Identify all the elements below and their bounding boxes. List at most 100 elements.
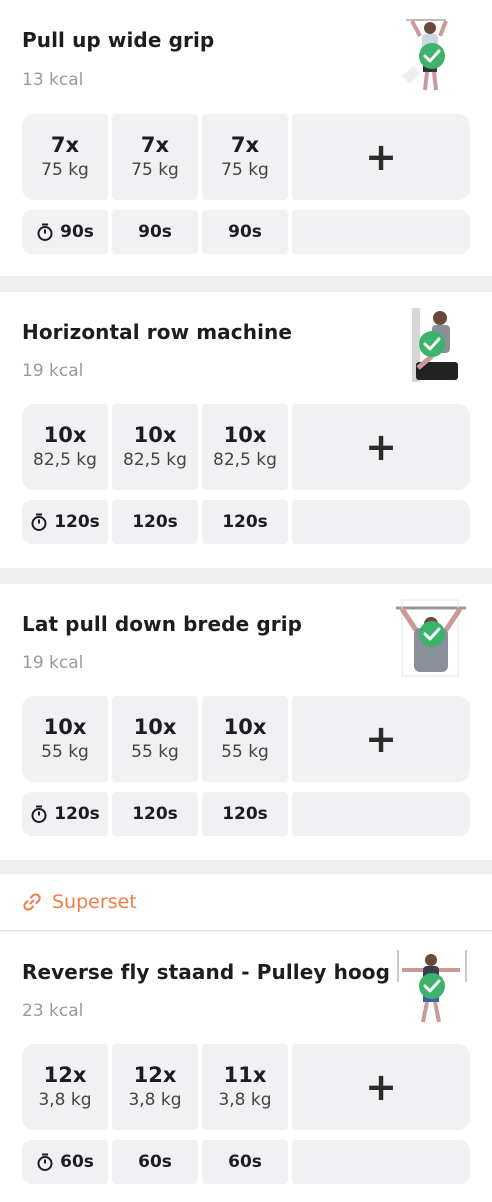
set-weight: 82,5 kg: [213, 450, 277, 470]
exercise-kcal: 19 kcal: [22, 361, 84, 381]
rest-tile-empty: [292, 792, 470, 836]
exercise-thumbnail[interactable]: [392, 946, 470, 1026]
set-reps: 7x: [50, 133, 80, 157]
rest-tile[interactable]: 120s: [202, 500, 288, 544]
plus-icon: +: [365, 425, 397, 469]
rest-row: 120s 120s 120s: [22, 500, 470, 544]
rest-value: 90s: [228, 222, 262, 242]
sets-row: 7x 75 kg 7x 75 kg 7x 75 kg +: [22, 114, 470, 200]
rest-value: 120s: [222, 804, 268, 824]
rest-tile[interactable]: 120s: [202, 792, 288, 836]
rest-value: 120s: [132, 512, 178, 532]
rest-value: 90s: [60, 222, 94, 242]
exercise-title[interactable]: Lat pull down brede grip: [22, 612, 302, 636]
rest-value: 120s: [222, 512, 268, 532]
set-weight: 3,8 kg: [38, 1090, 92, 1110]
rest-tile-empty: [292, 1140, 470, 1184]
exercise-title[interactable]: Horizontal row machine: [22, 320, 292, 344]
exercise-thumbnail[interactable]: [392, 14, 470, 94]
set-tile[interactable]: 12x 3,8 kg: [22, 1044, 108, 1130]
set-weight: 55 kg: [41, 742, 89, 762]
set-reps: 7x: [230, 133, 260, 157]
exercise-title[interactable]: Pull up wide grip: [22, 28, 214, 52]
set-weight: 75 kg: [221, 160, 269, 180]
exercise-card: Horizontal row machine 19 kcal 10x 82,5 k…: [0, 292, 492, 568]
set-tile[interactable]: 10x 82,5 kg: [22, 404, 108, 490]
rest-tile[interactable]: 60s: [112, 1140, 198, 1184]
set-tile[interactable]: 12x 3,8 kg: [112, 1044, 198, 1130]
exercise-card: Reverse fly staand - Pulley hoog 23 kcal…: [0, 932, 492, 1202]
superset-label: Superset: [52, 891, 137, 913]
set-weight: 75 kg: [131, 160, 179, 180]
rest-tile-empty: [292, 210, 470, 254]
set-weight: 75 kg: [41, 160, 89, 180]
set-tile[interactable]: 10x 55 kg: [112, 696, 198, 782]
rest-tile[interactable]: 120s: [22, 500, 108, 544]
set-tile[interactable]: 10x 82,5 kg: [112, 404, 198, 490]
set-tile[interactable]: 11x 3,8 kg: [202, 1044, 288, 1130]
sets-row: 12x 3,8 kg 12x 3,8 kg 11x 3,8 kg +: [22, 1044, 470, 1130]
set-reps: 10x: [43, 715, 87, 739]
exercise-kcal: 23 kcal: [22, 1001, 84, 1021]
exercise-title[interactable]: Reverse fly staand - Pulley hoog: [22, 960, 390, 984]
set-tile[interactable]: 10x 82,5 kg: [202, 404, 288, 490]
set-weight: 82,5 kg: [33, 450, 97, 470]
set-weight: 55 kg: [221, 742, 269, 762]
set-weight: 3,8 kg: [218, 1090, 272, 1110]
set-reps: 10x: [133, 423, 177, 447]
check-icon: [419, 973, 445, 999]
rest-value: 120s: [54, 512, 100, 532]
add-set-button[interactable]: +: [292, 114, 470, 200]
add-set-button[interactable]: +: [292, 404, 470, 490]
exercise-thumbnail[interactable]: [392, 306, 470, 386]
superset-link[interactable]: Superset: [0, 874, 492, 931]
set-reps: 10x: [223, 423, 267, 447]
rest-value: 120s: [54, 804, 100, 824]
rest-value: 60s: [228, 1152, 262, 1172]
link-icon: [23, 893, 41, 911]
set-tile[interactable]: 7x 75 kg: [22, 114, 108, 200]
set-reps: 7x: [140, 133, 170, 157]
sets-row: 10x 55 kg 10x 55 kg 10x 55 kg +: [22, 696, 470, 782]
check-icon: [419, 43, 445, 69]
rest-tile[interactable]: 120s: [22, 792, 108, 836]
timer-icon: [37, 223, 53, 241]
set-reps: 12x: [43, 1063, 87, 1087]
rest-tile-empty: [292, 500, 470, 544]
rest-value: 60s: [138, 1152, 172, 1172]
timer-icon: [31, 513, 47, 531]
set-tile[interactable]: 7x 75 kg: [112, 114, 198, 200]
exercise-card: Lat pull down brede grip 19 kcal 10x 55 k…: [0, 584, 492, 860]
rest-tile[interactable]: 60s: [22, 1140, 108, 1184]
add-set-button[interactable]: +: [292, 696, 470, 782]
set-weight: 3,8 kg: [128, 1090, 182, 1110]
rest-value: 60s: [60, 1152, 94, 1172]
rest-tile[interactable]: 90s: [22, 210, 108, 254]
add-set-button[interactable]: +: [292, 1044, 470, 1130]
plus-icon: +: [365, 135, 397, 179]
check-icon: [419, 621, 445, 647]
rest-tile[interactable]: 120s: [112, 500, 198, 544]
exercise-thumbnail[interactable]: [392, 598, 470, 678]
rest-row: 90s 90s 90s: [22, 210, 470, 254]
rest-value: 90s: [138, 222, 172, 242]
set-weight: 82,5 kg: [123, 450, 187, 470]
rest-tile[interactable]: 120s: [112, 792, 198, 836]
set-weight: 55 kg: [131, 742, 179, 762]
exercise-card: Pull up wide grip 13 kcal 7x 75 kg 7x 75 k…: [0, 0, 492, 276]
timer-icon: [37, 1153, 53, 1171]
set-tile[interactable]: 7x 75 kg: [202, 114, 288, 200]
exercise-kcal: 13 kcal: [22, 70, 84, 90]
rest-tile[interactable]: 60s: [202, 1140, 288, 1184]
timer-icon: [31, 805, 47, 823]
plus-icon: +: [365, 1065, 397, 1109]
rest-tile[interactable]: 90s: [202, 210, 288, 254]
sets-row: 10x 82,5 kg 10x 82,5 kg 10x 82,5 kg +: [22, 404, 470, 490]
set-reps: 12x: [133, 1063, 177, 1087]
set-reps: 11x: [223, 1063, 267, 1087]
set-tile[interactable]: 10x 55 kg: [202, 696, 288, 782]
plus-icon: +: [365, 717, 397, 761]
set-reps: 10x: [223, 715, 267, 739]
set-tile[interactable]: 10x 55 kg: [22, 696, 108, 782]
rest-tile[interactable]: 90s: [112, 210, 198, 254]
